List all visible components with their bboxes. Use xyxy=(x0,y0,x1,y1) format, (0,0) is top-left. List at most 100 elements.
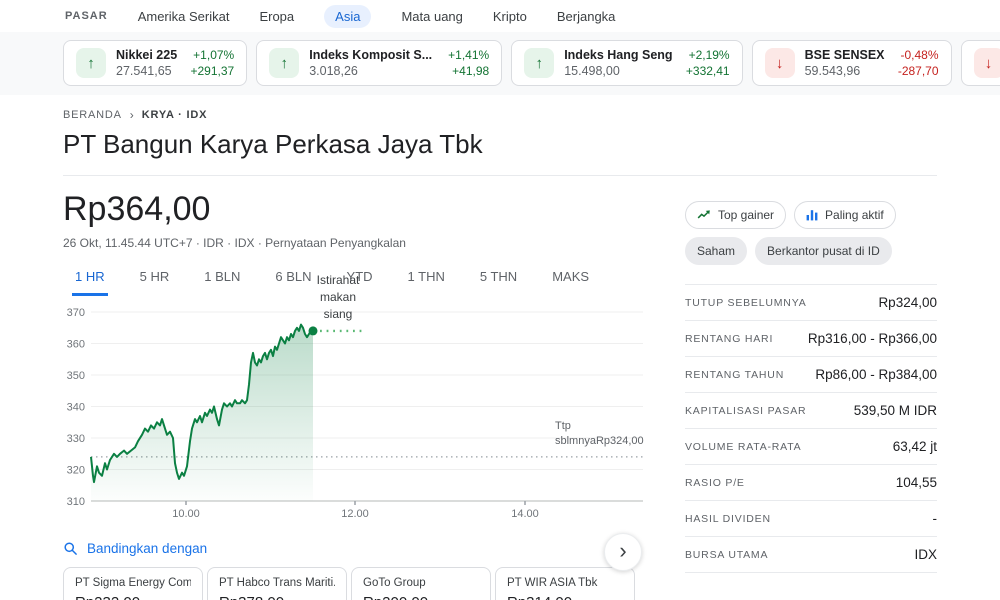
carousel-next-button[interactable]: › xyxy=(604,533,642,571)
up-arrow-icon: ↑ xyxy=(524,48,554,78)
nav-item-kripto[interactable]: Kripto xyxy=(493,9,527,24)
top-navigation: PASAR Amerika Serikat Eropa Asia Mata uang K… xyxy=(0,0,1000,32)
index-name: Indeks Hang Seng xyxy=(564,48,672,62)
index-percent: +2,19% xyxy=(689,48,730,62)
x-axis-label-10-00: 10.00 xyxy=(172,508,200,520)
filter-chip-saham[interactable]: Saham xyxy=(685,237,747,265)
content-area: BERANDA › KRYA · IDX PT Bangun Karya Per… xyxy=(0,108,1000,600)
search-icon xyxy=(63,541,78,556)
index-card-body: BSE SENSEX -0,48% 59.543,96 -287,70 xyxy=(805,48,939,78)
range-tab-1-thn[interactable]: 1 THN xyxy=(405,265,448,296)
stat-row-hasil-dividen: HASIL DIVIDEN - xyxy=(685,500,937,536)
market-index-card-indeks-hang-seng[interactable]: ↑Indeks Hang Seng+2,19%15.498,00+332,41 xyxy=(511,40,742,86)
price-chart-svg: 31032033034035036037010.0012.0014.00 xyxy=(63,298,643,522)
index-percent: -0,48% xyxy=(901,48,939,62)
market-indices-strip: ↑Nikkei 225+1,07%27.541,65+291,37↑Indeks… xyxy=(0,32,1000,95)
finance-page: PASAR Amerika Serikat Eropa Asia Mata uang K… xyxy=(0,0,1000,600)
filter-chip-berkantor-pusat-di-id[interactable]: Berkantor pusat di ID xyxy=(755,237,892,265)
stat-label: HASIL DIVIDEN xyxy=(685,513,771,525)
stat-label: VOLUME RATA-RATA xyxy=(685,441,801,453)
index-value: 59.543,96 xyxy=(805,64,861,78)
compare-with-link[interactable]: Bandingkan dengan xyxy=(63,541,645,556)
index-card-body: Nikkei 225+1,07%27.541,65+291,37 xyxy=(116,48,234,78)
chart-area-fill xyxy=(91,325,313,501)
y-axis-label-350: 350 xyxy=(67,370,85,382)
nav-item-eropa[interactable]: Eropa xyxy=(259,9,294,24)
stat-value: IDX xyxy=(914,547,937,562)
index-card-body: Indeks Komposit S...+1,41%3.018,26+41,98 xyxy=(309,48,489,78)
market-index-card-indeks-komposit-s[interactable]: ↑ Indeks Komposit S...+1,41%3.018,26+41,9… xyxy=(256,40,502,86)
company-name: PT Sigma Energy Comp... xyxy=(75,577,191,589)
compare-cards-row: PT Sigma Energy Comp...Rp232,00SICO↓6,45… xyxy=(63,567,645,600)
bar-chart-icon xyxy=(806,209,818,221)
company-price: Rp314,00 xyxy=(507,594,623,600)
stat-row-rentang-hari: RENTANG HARI Rp316,00 - Rp366,00 xyxy=(685,320,937,356)
company-name: PT WIR ASIA Tbk xyxy=(507,577,623,589)
market-index-card-nikkei-225[interactable]: ↑Nikkei 225+1,07%27.541,65+291,37 xyxy=(63,40,247,86)
nav-item-mata-uang[interactable]: Mata uang xyxy=(401,9,462,24)
stat-value: - xyxy=(933,511,938,526)
company-price: Rp378,00 xyxy=(219,594,335,600)
chip-label: Top gainer xyxy=(718,208,774,222)
chip-label: Saham xyxy=(697,244,735,258)
stat-row-volume-rata-rata: VOLUME RATA-RATA63,42 jt xyxy=(685,428,937,464)
stat-value: 539,50 M IDR xyxy=(854,403,937,418)
nav-item-asia[interactable]: Asia xyxy=(324,5,371,28)
stat-value: Rp324,00 xyxy=(878,295,937,310)
range-tab-5-thn[interactable]: 5 THN xyxy=(477,265,520,296)
down-arrow-icon: ↓ xyxy=(974,48,1000,78)
filter-chip-paling-aktif[interactable]: Paling aktif xyxy=(794,201,896,229)
index-value: 15.498,00 xyxy=(564,64,620,78)
stat-label: RENTANG TAHUN xyxy=(685,369,784,381)
index-value: 3.018,26 xyxy=(309,64,358,78)
range-tab-6-bln[interactable]: 6 BLN xyxy=(272,265,314,296)
x-axis-label-12-00: 12.00 xyxy=(341,508,369,520)
up-arrow-icon: ↑ xyxy=(269,48,299,78)
compare-card-goto[interactable]: GoTo GroupRp200,00GOTO↑3,63% xyxy=(351,567,491,600)
y-axis-label-340: 340 xyxy=(67,402,85,414)
stat-row-kapitalisasi-pasar: KAPITALISASI PASAR539,50 M IDR xyxy=(685,392,937,428)
nav-section-label: PASAR xyxy=(65,10,108,22)
y-axis-label-320: 320 xyxy=(67,465,85,477)
summary-column: Top gainer Paling aktif Saham Berkantor pus… xyxy=(685,190,937,600)
lunch-break-annotation: Istirahat makan siang xyxy=(317,272,360,323)
compare-card-sico[interactable]: PT Sigma Energy Comp...Rp232,00SICO↓6,45… xyxy=(63,567,203,600)
range-tab-1-hr[interactable]: 1 HR xyxy=(72,265,108,296)
compare-card-wirg[interactable]: PT WIR ASIA TbkRp314,00WIRG↑0,64% xyxy=(495,567,635,600)
chart-canvas: 31032033034035036037010.0012.0014.00 xyxy=(63,298,643,527)
price-chart[interactable]: Istirahat makan siang Ttp sblmnyaRp324,0… xyxy=(63,298,643,522)
chip-label: Paling aktif xyxy=(825,208,884,222)
stat-label: RASIO P/E xyxy=(685,477,745,489)
key-stats-table: TUTUP SEBELUMNYARp324,00RENTANG HARIRp31… xyxy=(685,284,937,573)
y-axis-label-370: 370 xyxy=(67,307,85,319)
nav-item-berjangka[interactable]: Berjangka xyxy=(557,9,616,24)
market-index-card-nifty-50[interactable]: ↓NIFTY 50-0,42%17.656,35-74,40 xyxy=(961,40,1000,86)
compare-card-hatm[interactable]: PT Habco Trans Mariti...Rp378,00HATM↑5,0… xyxy=(207,567,347,600)
trending-up-icon xyxy=(697,209,711,221)
breadcrumb-separator-icon: › xyxy=(130,108,134,122)
nav-item-amerika-serikat[interactable]: Amerika Serikat xyxy=(138,9,230,24)
index-change: +291,37 xyxy=(191,64,235,78)
index-name: Indeks Komposit S... xyxy=(309,48,432,62)
stat-value: Rp316,00 - Rp366,00 xyxy=(808,331,937,346)
range-tab-maks[interactable]: MAKS xyxy=(549,265,592,296)
prev-close-label: Ttp sblmnyaRp324,00 xyxy=(555,419,643,449)
breadcrumb-current: KRYA · IDX xyxy=(142,109,207,121)
breadcrumb-home-link[interactable]: BERANDA xyxy=(63,109,122,121)
last-price-dot xyxy=(309,326,318,335)
index-change: -287,70 xyxy=(898,64,939,78)
title-divider xyxy=(63,175,937,176)
index-name: BSE SENSEX xyxy=(805,48,885,62)
market-index-card-bse-sensex[interactable]: ↓BSE SENSEX-0,48%59.543,96-287,70 xyxy=(752,40,952,86)
range-tab-5-hr[interactable]: 5 HR xyxy=(137,265,173,296)
company-name: GoTo Group xyxy=(363,577,479,589)
stat-label: RENTANG HARI xyxy=(685,333,773,345)
filter-chip-top-gainer[interactable]: Top gainer xyxy=(685,201,786,229)
stat-row-rentang-tahun: RENTANG TAHUN Rp86,00 - Rp384,00 xyxy=(685,356,937,392)
company-name: PT Habco Trans Mariti... xyxy=(219,577,335,589)
range-tab-1-bln[interactable]: 1 BLN xyxy=(201,265,243,296)
x-axis-label-14-00: 14.00 xyxy=(511,508,539,520)
chart-column: Rp364,00 26 Okt, 11.45.44 UTC+7 · IDR · … xyxy=(63,190,645,600)
index-card-body: Indeks Hang Seng+2,19%15.498,00+332,41 xyxy=(564,48,729,78)
stat-value: Rp86,00 - Rp384,00 xyxy=(815,367,937,382)
